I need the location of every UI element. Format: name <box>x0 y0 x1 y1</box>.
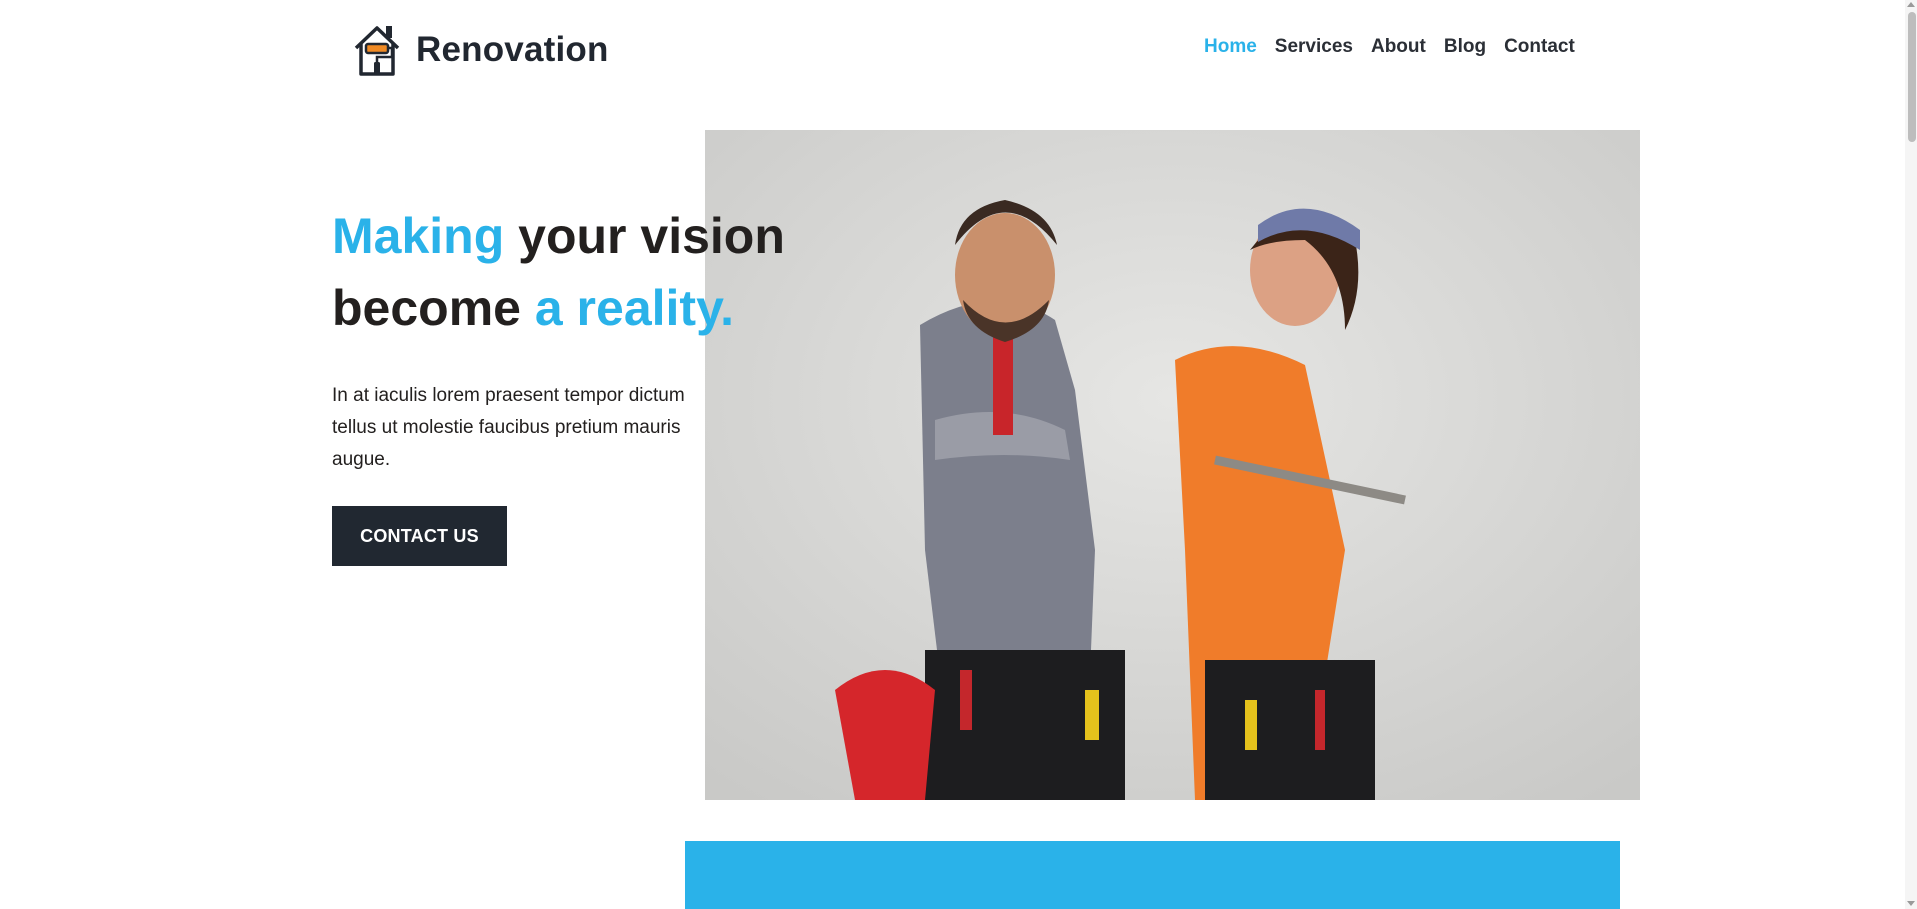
nav-contact[interactable]: Contact <box>1504 36 1575 58</box>
scroll-up-icon[interactable] <box>1907 2 1915 7</box>
hero-title-accent-1: Making <box>332 208 505 264</box>
scroll-down-icon[interactable] <box>1907 901 1915 906</box>
hero-title-text-1: your vision <box>504 208 785 264</box>
nav-home[interactable]: Home <box>1204 36 1257 58</box>
contact-us-button[interactable]: CONTACT US <box>332 506 507 566</box>
feature-band <box>685 841 1620 909</box>
main-nav: Home Services About Blog Contact <box>1204 36 1575 58</box>
nav-about[interactable]: About <box>1371 36 1426 58</box>
nav-services[interactable]: Services <box>1275 36 1353 58</box>
hero-description: In at iaculis lorem praesent tempor dict… <box>332 385 685 470</box>
hero-title-accent-2: a reality. <box>534 280 735 336</box>
brand-logo[interactable]: Renovation <box>352 20 609 80</box>
page-scrollbar[interactable] <box>1905 0 1917 909</box>
house-paint-roller-icon <box>354 26 400 76</box>
hero-title-text-2: become <box>332 280 535 336</box>
scroll-thumb[interactable] <box>1908 12 1916 142</box>
nav-blog[interactable]: Blog <box>1444 36 1486 58</box>
brand-name: Renovation <box>416 30 609 69</box>
hero-title: Making your vision become a reality. <box>332 200 892 344</box>
